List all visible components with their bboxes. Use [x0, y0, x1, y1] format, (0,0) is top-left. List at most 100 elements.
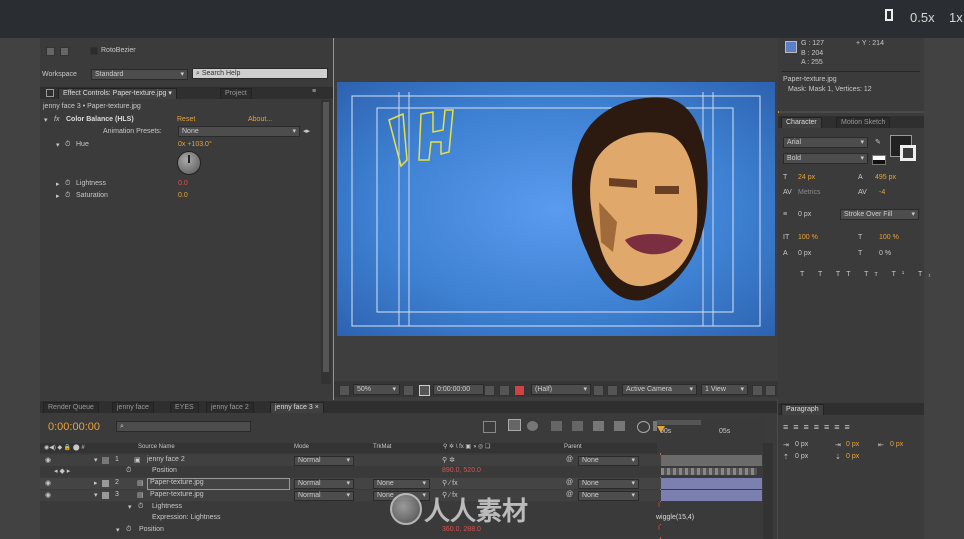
- timeline-search[interactable]: ⌕: [116, 421, 251, 432]
- shy-icon[interactable]: [527, 421, 538, 431]
- time-ruler[interactable]: 00s 05s: [657, 419, 763, 453]
- expression-marker[interactable]: I: [658, 502, 660, 509]
- saturation-twirl-icon[interactable]: ▸: [56, 192, 60, 200]
- resolution-select[interactable]: (Half) ▾: [531, 384, 591, 395]
- trkmat-select[interactable]: None ▾: [373, 479, 430, 489]
- tab-character[interactable]: Character: [781, 117, 822, 128]
- show-snapshot-icon[interactable]: [499, 385, 510, 396]
- parent-pickwhip-icon[interactable]: @: [566, 491, 573, 498]
- expression-text[interactable]: wiggle(15,4): [656, 514, 694, 521]
- switches-icon[interactable]: ⚲ ✲: [442, 456, 455, 464]
- search-help-input[interactable]: ⌕ Search Help: [192, 68, 328, 79]
- alignment-buttons[interactable]: ≡≡≡≡≡≡≡: [783, 422, 855, 432]
- indent-left-value[interactable]: 0 px: [795, 441, 808, 448]
- stopwatch-icon[interactable]: ⏱: [65, 180, 70, 188]
- mask-visibility-icon[interactable]: [419, 385, 430, 396]
- stroke-width-value[interactable]: 0 px: [798, 211, 811, 218]
- live-update-icon[interactable]: [637, 421, 650, 433]
- layer-duration-bar[interactable]: [661, 455, 762, 466]
- layer-name[interactable]: jenny face 2: [147, 456, 185, 463]
- parent-pickwhip-icon[interactable]: @: [566, 456, 573, 463]
- tab-render-queue[interactable]: Render Queue: [43, 402, 99, 413]
- star-icon[interactable]: [46, 47, 55, 56]
- twirl-icon[interactable]: ▸: [94, 479, 98, 487]
- preset-prev-next-icon[interactable]: ◂▸: [303, 127, 310, 135]
- vertical-scale-value[interactable]: 100 %: [798, 234, 818, 241]
- fast-previews-icon[interactable]: [765, 385, 776, 396]
- motion-blur-icon[interactable]: [572, 421, 583, 431]
- position-value[interactable]: 890.0, 520.0: [442, 467, 481, 474]
- tracking-value[interactable]: -4: [879, 189, 885, 196]
- stopwatch-icon[interactable]: ⏱: [65, 192, 70, 200]
- speed-normal-button[interactable]: 1x: [949, 10, 963, 25]
- layer-row[interactable]: ◉ ▾ 1 ▣ jenny face 2 Normal ▾ ⚲ ✲ @ None ▾: [40, 455, 762, 466]
- keyframe-nav-icon[interactable]: ◂ ◆ ▸: [54, 467, 70, 475]
- layer-row[interactable]: ◉ ▸ 2 ▤ Paper-texture.jpg Normal ▾ None ▾ …: [40, 478, 762, 490]
- visibility-eye-icon[interactable]: ◉: [45, 479, 51, 487]
- label-color-swatch[interactable]: [102, 492, 109, 499]
- transparency-grid-icon[interactable]: [607, 385, 618, 396]
- mask-letter-h[interactable]: [388, 112, 408, 168]
- graph-editor-icon[interactable]: [614, 421, 625, 431]
- eyedropper-icon[interactable]: ✎: [875, 138, 881, 146]
- timeline-timecode[interactable]: 0:00:00:00: [48, 421, 100, 433]
- timeline-scrollbar[interactable]: [763, 443, 773, 539]
- stopwatch-icon[interactable]: ⏱: [65, 141, 70, 149]
- timecode-field[interactable]: 0:00:00:00: [433, 384, 484, 395]
- brainstorm-icon[interactable]: [593, 421, 604, 431]
- hue-value[interactable]: 0x +103.0°: [178, 141, 212, 148]
- tab-motion-sketch[interactable]: Motion Sketch: [836, 117, 891, 128]
- layer-duration-bar[interactable]: [661, 490, 762, 501]
- draft-3d-icon[interactable]: [508, 419, 521, 431]
- faux-style-buttons[interactable]: T T TT Tт T¹ T₁: [800, 271, 937, 278]
- parent-select[interactable]: None ▾: [578, 456, 639, 466]
- parent-pickwhip-icon[interactable]: @: [566, 479, 573, 486]
- twirl-icon[interactable]: ▾: [44, 116, 48, 124]
- visibility-eye-icon[interactable]: ◉: [45, 456, 51, 464]
- tab-paragraph[interactable]: Paragraph: [781, 404, 824, 415]
- zoom-select[interactable]: 50% ▾: [353, 384, 400, 395]
- panel-scrollbar[interactable]: [321, 100, 331, 384]
- keyframe-track[interactable]: [661, 468, 757, 475]
- layer-duration-bar[interactable]: [661, 478, 762, 489]
- current-time-indicator[interactable]: [657, 426, 665, 433]
- roto-bezier-checkbox[interactable]: [90, 47, 98, 55]
- layer-name[interactable]: Paper-texture.jpg: [150, 491, 204, 498]
- twirl-icon[interactable]: ▾: [94, 456, 98, 464]
- panel-menu-icon[interactable]: ≡: [312, 88, 316, 95]
- about-link[interactable]: About...: [248, 116, 272, 123]
- square-icon[interactable]: [60, 47, 69, 56]
- workspace-select[interactable]: Standard ▾: [91, 69, 188, 80]
- tab-jenny-face-2[interactable]: jenny face 2: [206, 402, 254, 413]
- visibility-eye-icon[interactable]: ◉: [45, 491, 51, 499]
- switches-icon[interactable]: ⚲ ∕ fx: [442, 479, 458, 487]
- toggle-pixel-aspect-icon[interactable]: [752, 385, 763, 396]
- work-area-bar[interactable]: [657, 420, 701, 425]
- hue-dial[interactable]: [177, 151, 201, 175]
- twirl-icon[interactable]: ▾: [128, 503, 132, 511]
- channel-icon[interactable]: [514, 385, 525, 396]
- fx-icon[interactable]: fx: [54, 116, 59, 123]
- font-family-select[interactable]: Arial ▾: [783, 137, 868, 148]
- comp-canvas[interactable]: [337, 82, 775, 336]
- property-row[interactable]: ◂ ◆ ▸ ⏱ Position 890.0, 520.0: [40, 466, 762, 477]
- horizontal-scale-value[interactable]: 100 %: [879, 234, 899, 241]
- always-preview-icon[interactable]: [339, 385, 350, 396]
- camera-select[interactable]: Active Camera ▾: [622, 384, 697, 395]
- stopwatch-icon[interactable]: ⏱: [138, 503, 143, 511]
- kerning-value[interactable]: Metrics: [798, 189, 821, 196]
- mask-letter-h-2[interactable]: [418, 109, 454, 161]
- hue-twirl-icon[interactable]: ▾: [56, 141, 60, 149]
- comp-mini-flowchart-icon[interactable]: [483, 421, 496, 433]
- font-size-value[interactable]: 24 px: [798, 174, 815, 181]
- twirl-icon[interactable]: ▾: [94, 491, 98, 499]
- black-white-swatch[interactable]: [872, 155, 886, 165]
- tab-project[interactable]: Project: [220, 88, 252, 99]
- space-before-value[interactable]: 0 px: [795, 453, 808, 460]
- tab-jenny-face-3[interactable]: jenny face 3 ×: [270, 402, 324, 413]
- twirl-icon[interactable]: ▾: [116, 526, 120, 534]
- indent-right-value[interactable]: 0 px: [890, 441, 903, 448]
- tab-jenny-face[interactable]: jenny face: [112, 402, 154, 413]
- tsume-value[interactable]: 0 %: [879, 250, 891, 257]
- snapshot-icon[interactable]: [484, 385, 495, 396]
